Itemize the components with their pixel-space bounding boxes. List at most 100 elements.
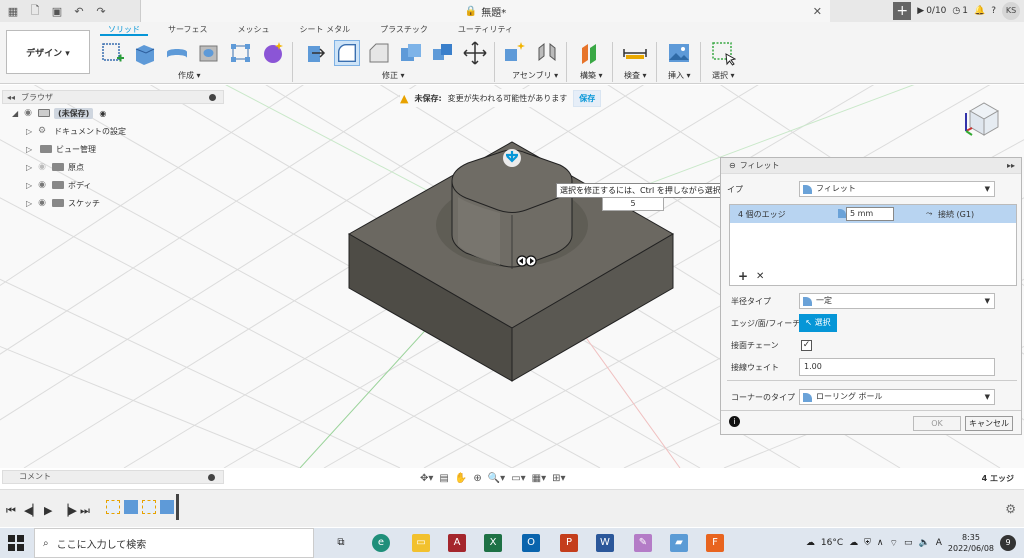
paint-icon[interactable]: ✎ xyxy=(634,534,652,552)
file-explorer-icon[interactable]: ▭ xyxy=(412,534,430,552)
revolve-icon[interactable] xyxy=(164,40,190,66)
wifi-icon[interactable]: ⌔ xyxy=(890,538,898,549)
notification-status[interactable]: ◷ 1 xyxy=(952,6,968,16)
expand-arrow-icon[interactable]: ◢ xyxy=(12,109,22,118)
edge-row[interactable]: 4 個のエッジ 5 mm ⤳ 接続 (G1) xyxy=(730,205,1016,223)
orbit-icon[interactable]: ✥▾ xyxy=(420,473,433,484)
construct-group-label[interactable]: 構築 ▾ xyxy=(580,70,603,81)
expand-arrow-icon[interactable]: ▷ xyxy=(26,145,36,154)
grid-settings-icon[interactable]: ▦▾ xyxy=(532,473,546,484)
ok-button[interactable]: OK xyxy=(913,416,961,431)
tangent-chain-checkbox[interactable]: ✓ xyxy=(801,339,812,351)
tab-mesh[interactable]: メッシュ xyxy=(230,24,278,36)
look-at-icon[interactable]: ▤ xyxy=(439,473,448,484)
form-icon[interactable] xyxy=(260,40,286,66)
tab-sheet-metal[interactable]: シート メタル xyxy=(292,24,359,36)
select-icon[interactable] xyxy=(710,40,736,66)
fusion360-icon[interactable]: F xyxy=(706,534,724,552)
word-icon[interactable]: W xyxy=(596,534,614,552)
eye-icon[interactable]: ◉ xyxy=(36,162,48,172)
tab-solid[interactable]: ソリッド xyxy=(100,24,148,36)
info-icon[interactable]: i xyxy=(729,416,740,427)
tab-plastic[interactable]: プラスチック xyxy=(372,24,436,36)
pattern-icon[interactable] xyxy=(228,40,254,66)
pin-icon[interactable] xyxy=(208,474,215,481)
comments-panel[interactable]: コメント xyxy=(2,470,224,484)
cloud-icon[interactable]: ☁ xyxy=(849,538,858,548)
shell-icon[interactable] xyxy=(398,40,424,66)
create-group-label[interactable]: 作成 ▾ xyxy=(178,70,201,81)
chamfer-icon[interactable] xyxy=(366,40,392,66)
expand-arrow-icon[interactable]: ▷ xyxy=(26,199,36,208)
remove-icon[interactable]: ✕ xyxy=(756,271,764,282)
press-pull-icon[interactable] xyxy=(302,40,328,66)
insert-group-label[interactable]: 挿入 ▾ xyxy=(668,70,691,81)
new-tab-button[interactable]: + xyxy=(893,2,912,20)
move-icon[interactable] xyxy=(462,40,488,66)
help-icon[interactable]: ? xyxy=(991,6,996,16)
job-status[interactable]: ▶ 0/10 xyxy=(917,6,946,16)
powerpoint-icon[interactable]: P xyxy=(560,534,578,552)
step-back-icon[interactable]: ◀▏ xyxy=(24,504,41,517)
select-group-label[interactable]: 選択 ▾ xyxy=(712,70,735,81)
edge-continuity-label[interactable]: 接続 (G1) xyxy=(938,209,974,220)
tree-item-bodies[interactable]: ▷ ◉ ボディ xyxy=(2,176,224,194)
user-avatar[interactable]: KS xyxy=(1002,2,1020,20)
expand-icon[interactable]: ▸▸ xyxy=(1007,161,1015,170)
timeline-marker[interactable] xyxy=(176,494,179,520)
zoom-icon[interactable]: ⊕ xyxy=(473,473,481,484)
tab-surface[interactable]: サーフェス xyxy=(160,24,216,36)
display-settings-icon[interactable]: ▭▾ xyxy=(511,473,525,484)
insert-image-icon[interactable] xyxy=(666,40,692,66)
combine-icon[interactable] xyxy=(430,40,456,66)
outlook-icon[interactable]: O xyxy=(522,534,540,552)
fit-icon[interactable]: 🔍▾ xyxy=(488,473,505,484)
close-tab-icon[interactable]: ✕ xyxy=(813,5,822,18)
expand-arrow-icon[interactable]: ▷ xyxy=(26,163,36,172)
volume-icon[interactable]: 🔈 xyxy=(919,538,930,548)
edge-browser-icon[interactable]: e xyxy=(372,534,390,552)
create-sketch-icon[interactable] xyxy=(100,40,126,66)
undo-icon[interactable]: ↶ xyxy=(70,2,88,20)
battery-icon[interactable]: ▭ xyxy=(904,538,913,548)
edge-radius-input[interactable]: 5 mm xyxy=(846,207,894,221)
notification-badge[interactable]: 9 xyxy=(1000,535,1016,551)
ime-indicator[interactable]: A xyxy=(936,538,942,548)
viewports-icon[interactable]: ⊞▾ xyxy=(552,473,565,484)
tree-item-origin[interactable]: ▷ ◉ 原点 xyxy=(2,158,224,176)
corner-type-select[interactable]: ローリング ボール ▼ xyxy=(799,389,995,405)
workspace-dropdown[interactable]: デザイン ▾ xyxy=(6,30,90,74)
tab-utility[interactable]: ユーティリティ xyxy=(450,24,521,36)
edge-selection-list[interactable]: 4 個のエッジ 5 mm ⤳ 接続 (G1) + ✕ xyxy=(729,204,1017,286)
task-view-icon[interactable]: ⧉ xyxy=(332,534,350,552)
add-icon[interactable]: + xyxy=(738,269,748,283)
type-select[interactable]: フィレット ▼ xyxy=(799,181,995,197)
expand-arrow-icon[interactable]: ▷ xyxy=(26,127,36,136)
tree-item-named-views[interactable]: ▷ ビュー管理 xyxy=(2,140,224,158)
active-radio-icon[interactable]: ◉ xyxy=(99,109,106,118)
pan-icon[interactable]: ✋ xyxy=(455,473,467,484)
offset-plane-icon[interactable] xyxy=(578,40,604,66)
timeline-sketch-icon[interactable] xyxy=(106,500,120,514)
save-icon[interactable]: ▣ xyxy=(48,2,66,20)
tree-item-sketches[interactable]: ▷ ◉ スケッチ xyxy=(2,194,224,212)
radius-input-box[interactable]: 5 xyxy=(602,197,664,211)
radius-type-select[interactable]: 一定 ▼ xyxy=(799,293,995,309)
app-icon[interactable]: ▰ xyxy=(670,534,688,552)
redo-icon[interactable]: ↷ xyxy=(92,2,110,20)
defender-icon[interactable]: ⛨ xyxy=(864,538,871,548)
new-component-icon[interactable] xyxy=(502,40,528,66)
timeline-extrude-icon[interactable] xyxy=(124,500,138,514)
temperature[interactable]: 16°C xyxy=(821,538,843,548)
taskbar-search[interactable]: ⌕ ここに入力して検索 xyxy=(34,528,314,558)
tree-item-root[interactable]: ◢ ◉ (未保存) ◉ xyxy=(2,104,224,122)
excel-icon[interactable]: X xyxy=(484,534,502,552)
tree-item-doc-settings[interactable]: ▷ ⚙ ドキュメントの設定 xyxy=(2,122,224,140)
access-icon[interactable]: A xyxy=(448,534,466,552)
chevron-up-icon[interactable]: ∧ xyxy=(877,538,884,548)
save-button[interactable]: 保存 xyxy=(573,89,602,107)
clock[interactable]: 8:35 2022/06/08 xyxy=(948,532,994,554)
expand-arrow-icon[interactable]: ▷ xyxy=(26,181,36,190)
eye-icon[interactable]: ◉ xyxy=(36,198,48,208)
windows-start-icon[interactable] xyxy=(8,535,24,551)
